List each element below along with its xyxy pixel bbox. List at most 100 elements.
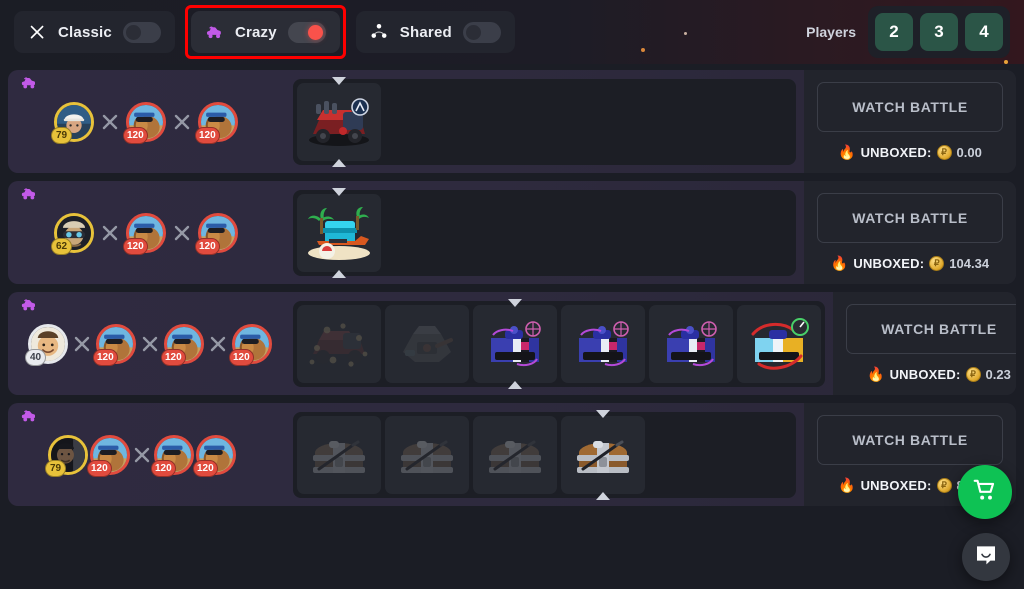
case-marker-top: [508, 298, 522, 307]
unboxed-label: UNBOXED:: [889, 367, 961, 382]
battle-row[interactable]: 79 120 120: [8, 403, 1016, 506]
case-slots-strip: [293, 298, 825, 389]
battle-row[interactable]: 40 120 120 120 WATCH BATTLE 🔥 UNBOXED: ₽…: [8, 292, 1016, 395]
decor-spark: [1004, 60, 1008, 64]
battle-row[interactable]: 62 120 120 WATCH BATTLE 🔥 UNBOXED: ₽ 104…: [8, 181, 1016, 284]
case-slot[interactable]: [385, 415, 469, 494]
support-chat-button[interactable]: [962, 533, 1010, 581]
players-option-3[interactable]: 3: [920, 13, 958, 51]
unboxed-value: 104.34: [949, 256, 990, 271]
watch-battle-button[interactable]: WATCH BATTLE: [846, 304, 1016, 354]
crossed-swords-icon: [28, 23, 47, 42]
player-level-badge: 120: [161, 348, 186, 366]
player-level-badge: 120: [229, 348, 254, 366]
crazy-car-icon: [205, 23, 224, 42]
battle-actions: WATCH BATTLE 🔥 UNBOXED: ₽ 104.34: [804, 181, 1016, 284]
player-level-badge: 120: [123, 126, 148, 144]
battle-list: 79 120 120 WATCH BATTLE 🔥 UNBOXED: ₽ 0.0…: [0, 64, 1024, 506]
case-slot[interactable]: [473, 298, 557, 389]
case-marker-bottom: [508, 380, 522, 389]
coin-icon: ₽: [965, 367, 981, 382]
flame-icon: 🔥: [867, 366, 885, 382]
unboxed-label: UNBOXED:: [860, 145, 932, 160]
player-avatar[interactable]: 120: [151, 434, 194, 477]
player-level-badge: 62: [51, 237, 72, 255]
player-avatar[interactable]: 120: [193, 434, 236, 477]
shopping-cart-button[interactable]: [958, 465, 1012, 519]
mode-switch-classic[interactable]: [122, 21, 161, 43]
crossed-swords-icon: [132, 445, 152, 465]
case-marker-bottom: [332, 269, 346, 278]
player-level-badge: 120: [195, 237, 220, 255]
watch-battle-button[interactable]: WATCH BATTLE: [817, 82, 1003, 132]
unboxed-value: 0.23: [985, 367, 1011, 382]
crossed-swords-icon: [208, 334, 228, 354]
coin-icon: ₽: [936, 478, 952, 493]
case-slot[interactable]: [737, 304, 821, 383]
mode-toggle-shared[interactable]: Shared: [355, 11, 515, 53]
case-marker-top: [332, 76, 346, 85]
case-slot[interactable]: [561, 409, 645, 500]
unboxed-summary: 🔥 UNBOXED: ₽ 0.23: [867, 366, 1011, 383]
player-avatar[interactable]: 62: [51, 212, 94, 255]
decor-spark: [641, 48, 645, 52]
battle-actions: WATCH BATTLE 🔥 UNBOXED: ₽ 0.00: [804, 70, 1016, 173]
player-avatar[interactable]: 120: [161, 323, 204, 366]
unboxed-label: UNBOXED:: [860, 478, 932, 493]
case-slot[interactable]: [297, 76, 381, 167]
case-slot[interactable]: [385, 304, 469, 383]
player-avatar[interactable]: 120: [229, 323, 272, 366]
unboxed-value: 0.00: [956, 145, 982, 160]
case-slot[interactable]: [561, 304, 645, 383]
battle-row[interactable]: 79 120 120: [8, 70, 1016, 173]
battle-players: 62 120 120: [8, 212, 293, 255]
share-nodes-icon: [370, 23, 389, 42]
case-marker-top: [596, 409, 610, 418]
player-level-badge: 120: [151, 459, 176, 477]
case-slot[interactable]: [297, 415, 381, 494]
player-level-badge: 120: [87, 459, 112, 477]
watch-battle-button[interactable]: WATCH BATTLE: [817, 415, 1003, 465]
player-level-badge: 120: [193, 459, 218, 477]
player-level-badge: 40: [25, 348, 46, 366]
player-avatar[interactable]: 120: [93, 323, 136, 366]
battle-actions: WATCH BATTLE 🔥 UNBOXED: ₽ 0.23: [833, 292, 1016, 395]
crazy-car-icon: [20, 409, 38, 423]
unboxed-label: UNBOXED:: [853, 256, 925, 271]
players-option-4[interactable]: 4: [965, 13, 1003, 51]
battle-players: 79 120 120: [8, 101, 293, 144]
case-slot[interactable]: [473, 415, 557, 494]
crossed-swords-icon: [72, 334, 92, 354]
player-avatar[interactable]: 120: [123, 212, 166, 255]
player-avatar[interactable]: 120: [195, 212, 238, 255]
case-slot[interactable]: [649, 304, 733, 383]
top-toolbar: Classic Crazy Shared Players 2 3 4: [0, 0, 1024, 64]
mode-label-shared: Shared: [399, 23, 452, 41]
mode-toggle-crazy[interactable]: Crazy: [190, 11, 340, 53]
player-level-badge: 79: [45, 459, 66, 477]
watch-battle-button[interactable]: WATCH BATTLE: [817, 193, 1003, 243]
mode-switch-shared[interactable]: [462, 21, 501, 43]
case-slot[interactable]: [297, 187, 381, 278]
players-button-group: 2 3 4: [868, 6, 1010, 58]
player-avatar[interactable]: 79: [51, 101, 94, 144]
flame-icon: 🔥: [830, 255, 849, 271]
player-avatar[interactable]: 120: [87, 434, 130, 477]
case-marker-top: [332, 187, 346, 196]
coin-icon: ₽: [929, 256, 945, 271]
player-avatar[interactable]: 120: [123, 101, 166, 144]
shopping-cart-icon: [972, 477, 998, 508]
player-level-badge: 79: [51, 126, 72, 144]
battle-players: 79 120 120: [8, 434, 293, 477]
player-avatar[interactable]: 40: [25, 323, 68, 366]
case-slot[interactable]: [297, 304, 381, 383]
unboxed-summary: 🔥 UNBOXED: ₽ 104.34: [831, 255, 989, 272]
crossed-swords-icon: [172, 112, 192, 132]
player-avatar[interactable]: 79: [45, 434, 88, 477]
crazy-mode-highlight: Crazy: [184, 5, 346, 59]
player-avatar[interactable]: 120: [195, 101, 238, 144]
players-option-2[interactable]: 2: [875, 13, 913, 51]
mode-toggle-classic[interactable]: Classic: [14, 11, 175, 53]
player-level-badge: 120: [93, 348, 118, 366]
mode-switch-crazy[interactable]: [287, 21, 326, 43]
